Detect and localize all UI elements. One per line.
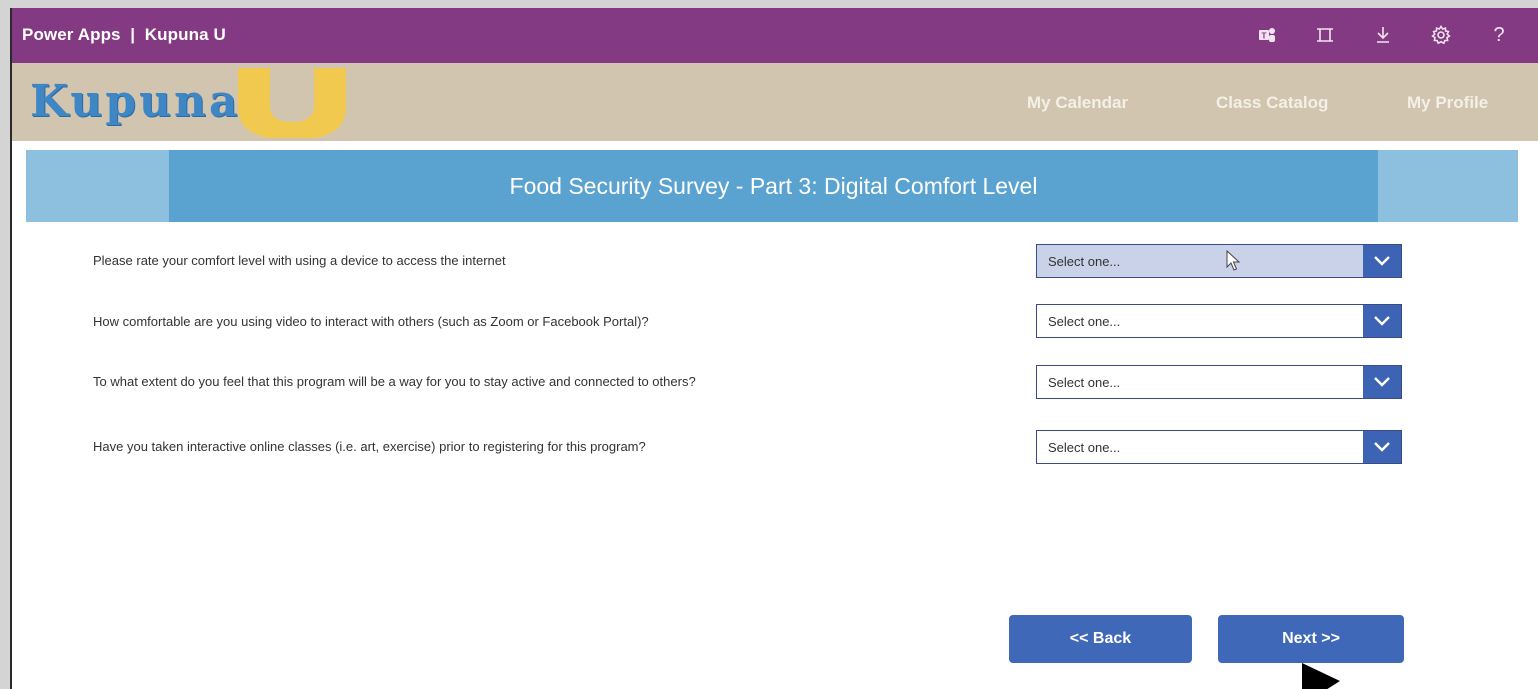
dropdown-value: Select one...	[1048, 375, 1121, 390]
window-frame-top	[0, 0, 1538, 8]
question-2-dropdown[interactable]: Select one...	[1036, 304, 1402, 338]
next-button[interactable]: Next >>	[1218, 615, 1404, 663]
help-glyph: ?	[1493, 23, 1505, 46]
survey-banner: Food Security Survey - Part 3: Digital C…	[26, 150, 1518, 222]
svg-text:T: T	[1262, 32, 1267, 41]
power-apps-window: Power Apps | Kupuna U T ? Kupuna My Cale…	[12, 8, 1538, 689]
question-4-label: Have you taken interactive online classe…	[93, 439, 646, 454]
fit-screen-icon[interactable]	[1296, 22, 1354, 48]
chevron-down-icon[interactable]	[1363, 305, 1401, 337]
app-title: Power Apps | Kupuna U	[22, 25, 226, 44]
teams-icon[interactable]: T	[1238, 22, 1296, 48]
chevron-down-icon[interactable]	[1363, 366, 1401, 398]
question-4-dropdown[interactable]: Select one...	[1036, 430, 1402, 464]
logo-text: Kupuna	[30, 76, 241, 127]
question-3-dropdown[interactable]: Select one...	[1036, 365, 1402, 399]
question-3-label: To what extent do you feel that this pro…	[93, 374, 696, 389]
chevron-down-icon[interactable]	[1363, 431, 1401, 463]
question-1-label: Please rate your comfort level with usin…	[93, 253, 506, 268]
back-button[interactable]: << Back	[1009, 615, 1192, 663]
app-bar: Power Apps | Kupuna U T ?	[12, 8, 1538, 63]
dropdown-value: Select one...	[1048, 440, 1121, 455]
app-bar-icons: T ?	[1238, 22, 1528, 48]
site-header: Kupuna My Calendar Class Catalog My Prof…	[12, 63, 1538, 141]
kupuna-u-logo[interactable]: Kupuna	[30, 68, 350, 140]
help-icon[interactable]: ?	[1470, 22, 1528, 48]
question-1-dropdown[interactable]: Select one...	[1036, 244, 1402, 278]
nav-my-profile[interactable]: My Profile	[1407, 93, 1488, 113]
dropdown-value: Select one...	[1048, 314, 1121, 329]
nav-class-catalog[interactable]: Class Catalog	[1216, 93, 1328, 113]
survey-title: Food Security Survey - Part 3: Digital C…	[169, 150, 1378, 222]
download-icon[interactable]	[1354, 22, 1412, 48]
hover-pointer-icon	[1226, 250, 1241, 271]
nav-my-calendar[interactable]: My Calendar	[1027, 93, 1128, 113]
mouse-pointer-icon	[1302, 663, 1340, 689]
chevron-down-icon[interactable]	[1363, 245, 1401, 277]
question-2-label: How comfortable are you using video to i…	[93, 314, 649, 329]
settings-icon[interactable]	[1412, 22, 1470, 48]
dropdown-value: Select one...	[1048, 254, 1121, 269]
